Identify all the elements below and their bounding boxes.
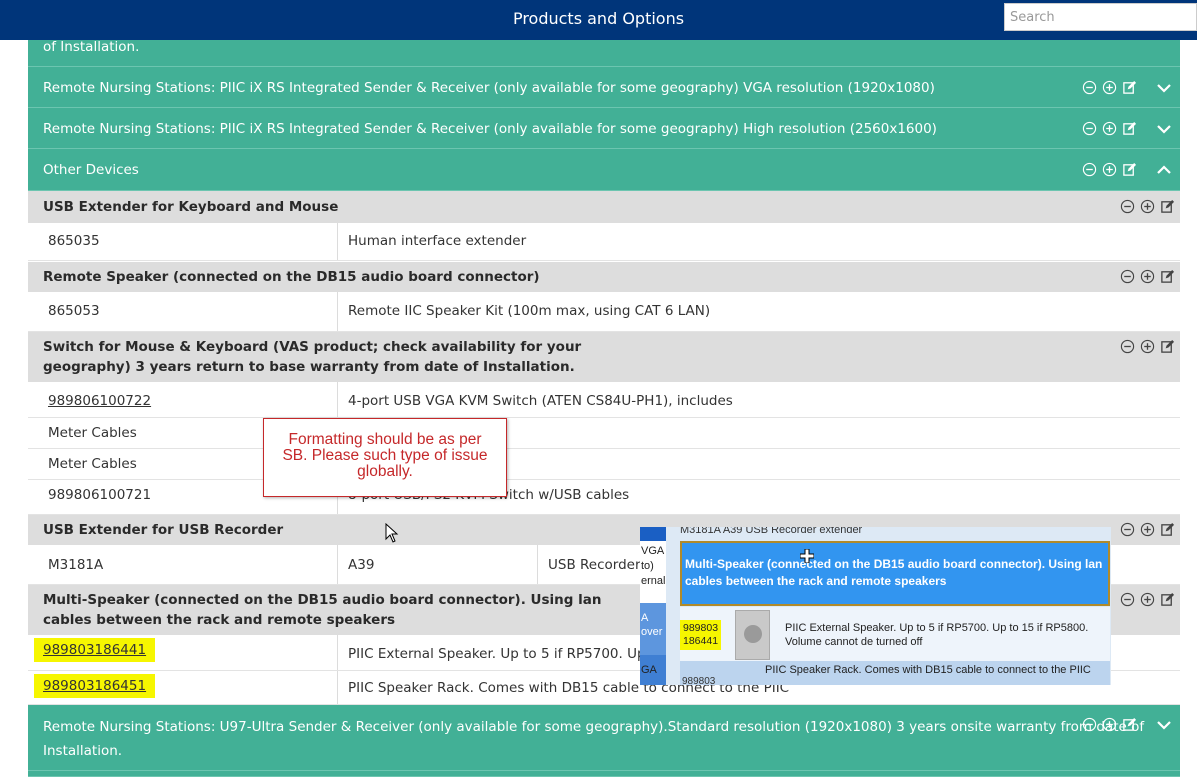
minus-circle-icon[interactable] (1082, 162, 1097, 177)
group-title: Remote Nursing Stations: PIIC iX RS Inte… (43, 121, 937, 137)
section-title: Remote Speaker (connected on the DB15 au… (43, 269, 540, 285)
section-remote-speaker: Remote Speaker (connected on the DB15 au… (28, 262, 1180, 292)
group-row-high-res[interactable]: Remote Nursing Stations: PIIC iX RS Inte… (28, 108, 1180, 149)
minus-circle-icon[interactable] (1120, 199, 1135, 214)
edit-icon[interactable] (1160, 339, 1175, 354)
minus-circle-icon[interactable] (1082, 717, 1097, 732)
reference-screenshot-overlay: VGA to) ernal A over GA M3181A A39 USB R… (640, 527, 1111, 685)
product-code-link[interactable]: 989803186451 (34, 674, 156, 698)
plus-circle-icon[interactable] (1140, 522, 1155, 537)
product-code-link[interactable]: 989806100722 (48, 393, 151, 409)
minus-circle-icon[interactable] (1082, 121, 1097, 136)
edit-icon[interactable] (1160, 592, 1175, 607)
group-title: of Installation. (43, 39, 140, 55)
table-row[interactable]: 989806100721 8-port USB/PS2 KVM Switch w… (28, 480, 1180, 515)
edit-icon[interactable] (1122, 80, 1137, 95)
table-row[interactable]: 865035 Human interface extender (28, 223, 1180, 261)
product-code: M3181A (48, 557, 104, 573)
group-row-partial[interactable]: of Installation. (28, 39, 1180, 67)
product-description: USB Recorder (548, 557, 641, 573)
table-row[interactable]: 989806100722 4-port USB VGA KVM Switch (… (28, 382, 1180, 418)
plus-circle-icon[interactable] (1102, 121, 1117, 136)
move-cursor-icon (800, 549, 814, 563)
overlay-product-description: PIIC External Speaker. Up to 5 if RP5700… (785, 622, 1089, 648)
product-description: Remote IIC Speaker Kit (100m max, using … (348, 303, 711, 319)
plus-circle-icon[interactable] (1140, 339, 1155, 354)
minus-circle-icon[interactable] (1120, 269, 1135, 284)
plus-circle-icon[interactable] (1102, 162, 1117, 177)
review-comment-callout: Formatting should be as per SB. Please s… (263, 418, 507, 497)
overlay-row-speaker: 989803 186441 PIIC External Speaker. Up … (680, 607, 1110, 661)
chevron-down-icon[interactable] (1156, 80, 1172, 96)
group-row-vga[interactable]: Remote Nursing Stations: PIIC iX RS Inte… (28, 67, 1180, 108)
search-input[interactable] (1004, 3, 1197, 31)
minus-circle-icon[interactable] (1120, 522, 1135, 537)
edit-icon[interactable] (1122, 121, 1137, 136)
product-code: Meter Cables (48, 425, 137, 441)
plus-circle-icon[interactable] (1140, 269, 1155, 284)
product-code: 989806100721 (48, 487, 152, 503)
product-code: Meter Cables (48, 456, 137, 472)
minus-circle-icon[interactable] (1120, 339, 1135, 354)
overlay-highlighted-section: Multi-Speaker (connected on the DB15 aud… (680, 541, 1110, 606)
table-row[interactable]: Meter Cables (28, 418, 1180, 449)
plus-circle-icon[interactable] (1102, 717, 1117, 732)
section-kvm-switch: Switch for Mouse & Keyboard (VAS product… (28, 332, 1180, 382)
top-bar: Products and Options (0, 0, 1197, 40)
table-row[interactable]: Meter Cables (28, 449, 1180, 480)
plus-circle-icon[interactable] (1140, 592, 1155, 607)
section-usb-extender-keyboard: USB Extender for Keyboard and Mouse (28, 191, 1180, 223)
product-description: PIIC External Speaker. Up to 5 if RP5700… (348, 646, 677, 662)
edit-icon[interactable] (1160, 199, 1175, 214)
group-row-other-devices[interactable]: Other Devices (28, 149, 1180, 191)
overlay-top-text: M3181A A39 USB Recorder extender (680, 527, 863, 536)
minus-circle-icon[interactable] (1120, 592, 1135, 607)
chevron-down-icon[interactable] (1156, 717, 1172, 733)
chevron-down-icon[interactable] (1156, 121, 1172, 137)
section-title: Multi-Speaker (connected on the DB15 aud… (43, 592, 602, 628)
product-option: A39 (348, 557, 375, 573)
edit-icon[interactable] (1122, 717, 1137, 732)
product-description: Human interface extender (348, 233, 527, 249)
group-row-u97[interactable]: Remote Nursing Stations: U97-Ultra Sende… (28, 705, 1180, 771)
product-code: 865053 (48, 303, 100, 319)
plus-circle-icon[interactable] (1140, 199, 1155, 214)
speaker-image (735, 610, 770, 660)
section-title: USB Extender for Keyboard and Mouse (43, 199, 339, 215)
product-description: 4-port USB VGA KVM Switch (ATEN CS84U-PH… (348, 393, 733, 409)
edit-icon[interactable] (1122, 162, 1137, 177)
product-code: 865035 (48, 233, 100, 249)
group-title: Remote Nursing Stations: U97-Ultra Sende… (43, 719, 1145, 759)
section-title: USB Extender for USB Recorder (43, 522, 284, 538)
chevron-up-icon[interactable] (1156, 162, 1172, 178)
product-code-link[interactable]: 989803186441 (34, 638, 156, 662)
overlay-left-strip: VGA to) ernal A over GA (640, 527, 666, 685)
minus-circle-icon[interactable] (1082, 80, 1097, 95)
overlay-product-code: 989803 186441 (680, 620, 722, 650)
group-title: Remote Nursing Stations: PIIC iX RS Inte… (43, 80, 935, 96)
edit-icon[interactable] (1160, 269, 1175, 284)
overlay-row-rack: PIIC Speaker Rack. Comes with DB15 cable… (680, 661, 1110, 685)
group-title: Other Devices (43, 162, 139, 178)
group-row-next[interactable] (28, 771, 1180, 777)
edit-icon[interactable] (1160, 522, 1175, 537)
mouse-pointer-icon (385, 523, 399, 543)
plus-circle-icon[interactable] (1102, 80, 1117, 95)
section-title: Switch for Mouse & Keyboard (VAS product… (43, 339, 582, 375)
table-row[interactable]: 865053 Remote IIC Speaker Kit (100m max,… (28, 292, 1180, 332)
